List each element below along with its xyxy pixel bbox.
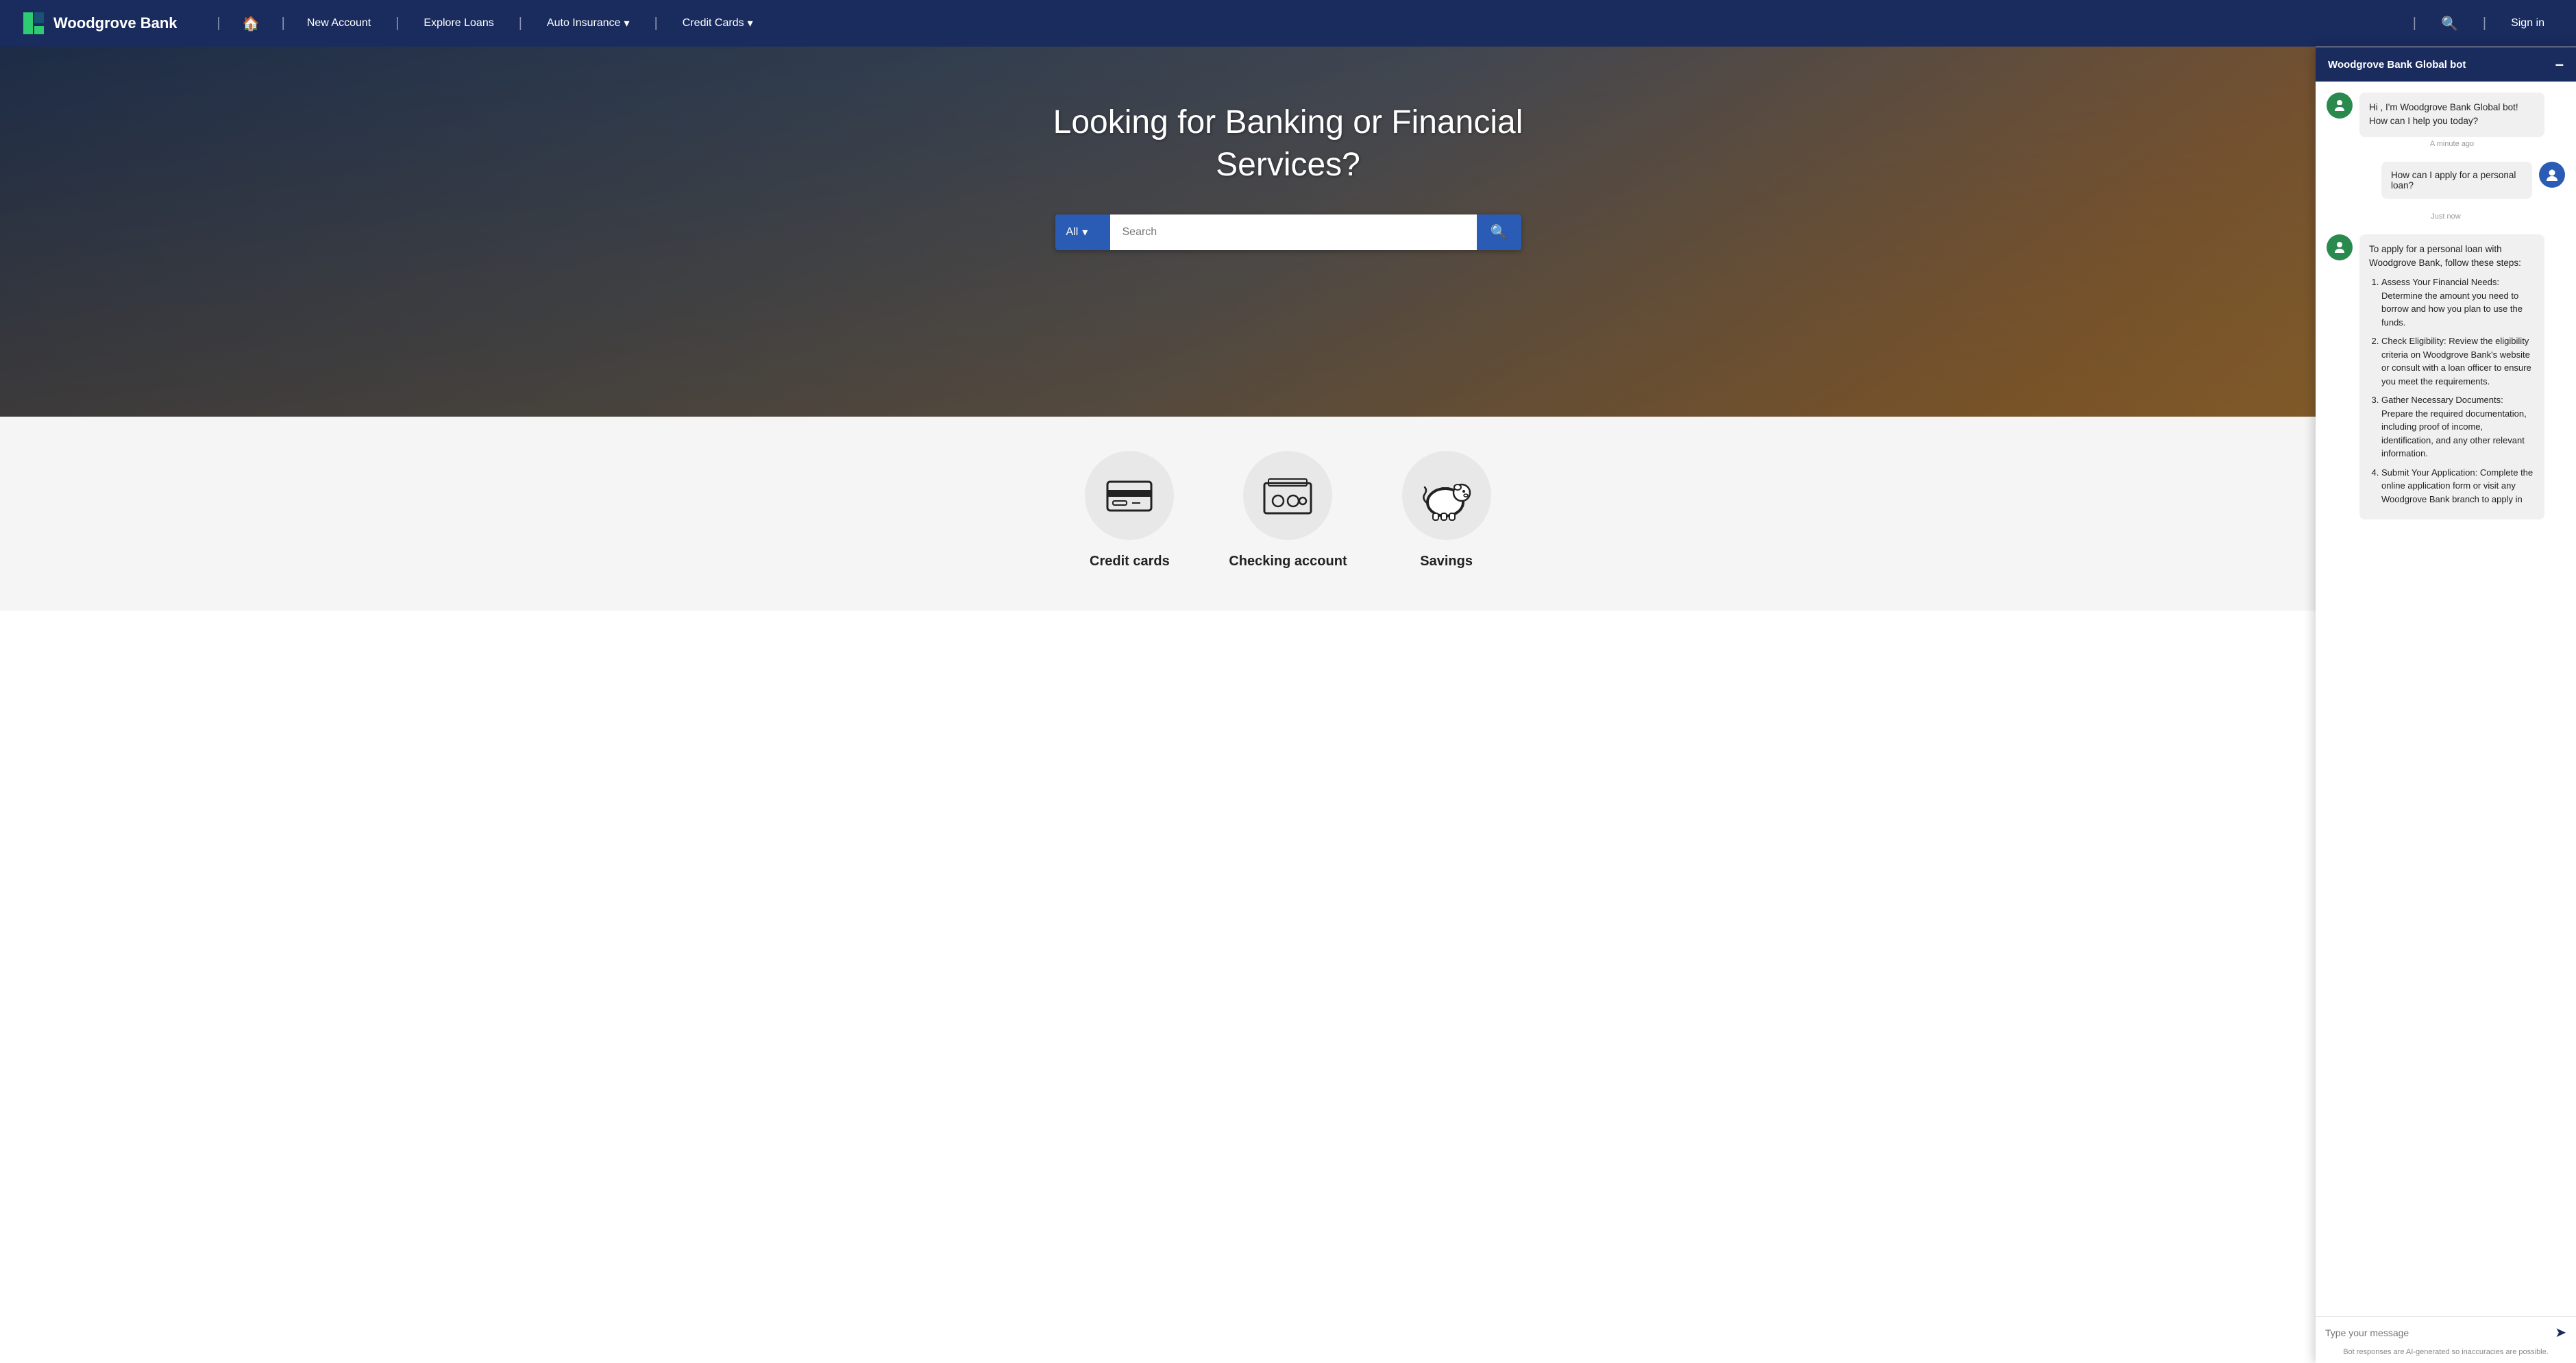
chatbot-minimize-button[interactable]: – (2555, 57, 2564, 72)
bot-message-1-text: Hi , I'm Woodgrove Bank Global bot! How … (2359, 93, 2544, 137)
chatbot-header: Woodgrove Bank Global bot – (2316, 47, 2576, 82)
checking-icon-wrap (1243, 451, 1332, 540)
nav-divider-2: | (395, 16, 399, 32)
bot-message-1-time: A minute ago (2359, 140, 2544, 148)
brand-logo (22, 11, 47, 36)
nav-home[interactable]: 🏠 (233, 10, 269, 38)
chatbot-input-row: ➤ (2316, 1317, 2576, 1348)
signin-button[interactable]: Sign in (2501, 12, 2554, 35)
services-section: Credit cards Checking account (0, 417, 2576, 611)
brand[interactable]: Woodgrove Bank (22, 11, 177, 36)
bot-message-2: To apply for a personal loan with Woodgr… (2327, 234, 2565, 520)
nav-divider-3: | (519, 16, 522, 32)
navbar: Woodgrove Bank | 🏠 | New Account | Explo… (0, 0, 2576, 47)
nav-auto-insurance[interactable]: Auto Insurance ▾ (537, 11, 639, 36)
user-message-1-time: Just now (2327, 212, 2565, 221)
service-checking[interactable]: Checking account (1229, 451, 1347, 569)
user-message-1: How can I apply for a personal loan? (2327, 162, 2565, 199)
chatbot-input[interactable] (2325, 1327, 2548, 1338)
checking-icon (1260, 468, 1315, 523)
user-avatar-1 (2539, 162, 2565, 188)
service-savings[interactable]: Savings (1402, 451, 1491, 569)
user-message-1-text: How can I apply for a personal loan? (2381, 162, 2532, 199)
chatbot-footer: ➤ Bot responses are AI-generated so inac… (2316, 1316, 2576, 1363)
search-bar: All ▾ 🔍 (1055, 214, 1521, 250)
hero-content: Looking for Banking or Financial Service… (0, 47, 2576, 250)
credit-card-icon-wrap (1085, 451, 1174, 540)
search-button-icon: 🔍 (1491, 223, 1508, 241)
auto-insurance-dropdown-icon: ▾ (624, 16, 630, 30)
credit-cards-label: Credit cards (1090, 554, 1170, 569)
hero-title: Looking for Banking or Financial Service… (1048, 101, 1528, 187)
savings-label: Savings (1420, 554, 1473, 569)
savings-icon-wrap (1402, 451, 1491, 540)
nav-actions: | 🔍 | Sign in (2401, 10, 2554, 38)
nav-new-account[interactable]: New Account (297, 12, 380, 35)
hero-section: Looking for Banking or Financial Service… (0, 47, 2576, 417)
chatbot-send-button[interactable]: ➤ (2555, 1324, 2566, 1341)
home-icon: 🏠 (243, 15, 260, 32)
chatbot-messages: Hi , I'm Woodgrove Bank Global bot! How … (2316, 82, 2576, 1316)
bot-message-2-text: To apply for a personal loan with Woodgr… (2359, 234, 2544, 520)
bot-avatar-2 (2327, 234, 2353, 260)
brand-name: Woodgrove Bank (53, 14, 177, 32)
nav-search-button[interactable]: 🔍 (2431, 10, 2468, 38)
nav-divider-1: | (282, 16, 285, 32)
search-dropdown-arrow: ▾ (1082, 225, 1088, 239)
bot-message-1: Hi , I'm Woodgrove Bank Global bot! How … (2327, 93, 2565, 151)
credit-cards-dropdown-icon: ▾ (748, 16, 753, 30)
nav-explore-loans[interactable]: Explore Loans (414, 12, 503, 35)
search-input[interactable] (1110, 214, 1477, 250)
service-credit-cards[interactable]: Credit cards (1085, 451, 1174, 569)
piggy-bank-icon (1419, 468, 1474, 523)
chatbot-panel: Woodgrove Bank Global bot – Hi , I'm Woo… (2316, 47, 2576, 1363)
bot-avatar-1 (2327, 93, 2353, 119)
search-dropdown[interactable]: All ▾ (1055, 214, 1110, 250)
nav-divider-home: | (217, 16, 221, 32)
chatbot-title: Woodgrove Bank Global bot (2328, 59, 2466, 71)
nav-divider-5: | (2413, 16, 2416, 32)
credit-card-icon (1102, 468, 1157, 523)
checking-label: Checking account (1229, 554, 1347, 569)
nav-items: New Account | Explore Loans | Auto Insur… (297, 11, 2401, 36)
chatbot-disclaimer: Bot responses are AI-generated so inaccu… (2316, 1348, 2576, 1363)
nav-divider-6: | (2483, 16, 2486, 32)
nav-credit-cards[interactable]: Credit Cards ▾ (673, 11, 763, 36)
search-dropdown-label: All (1066, 226, 1079, 238)
nav-divider-4: | (654, 16, 658, 32)
search-button[interactable]: 🔍 (1477, 214, 1521, 250)
